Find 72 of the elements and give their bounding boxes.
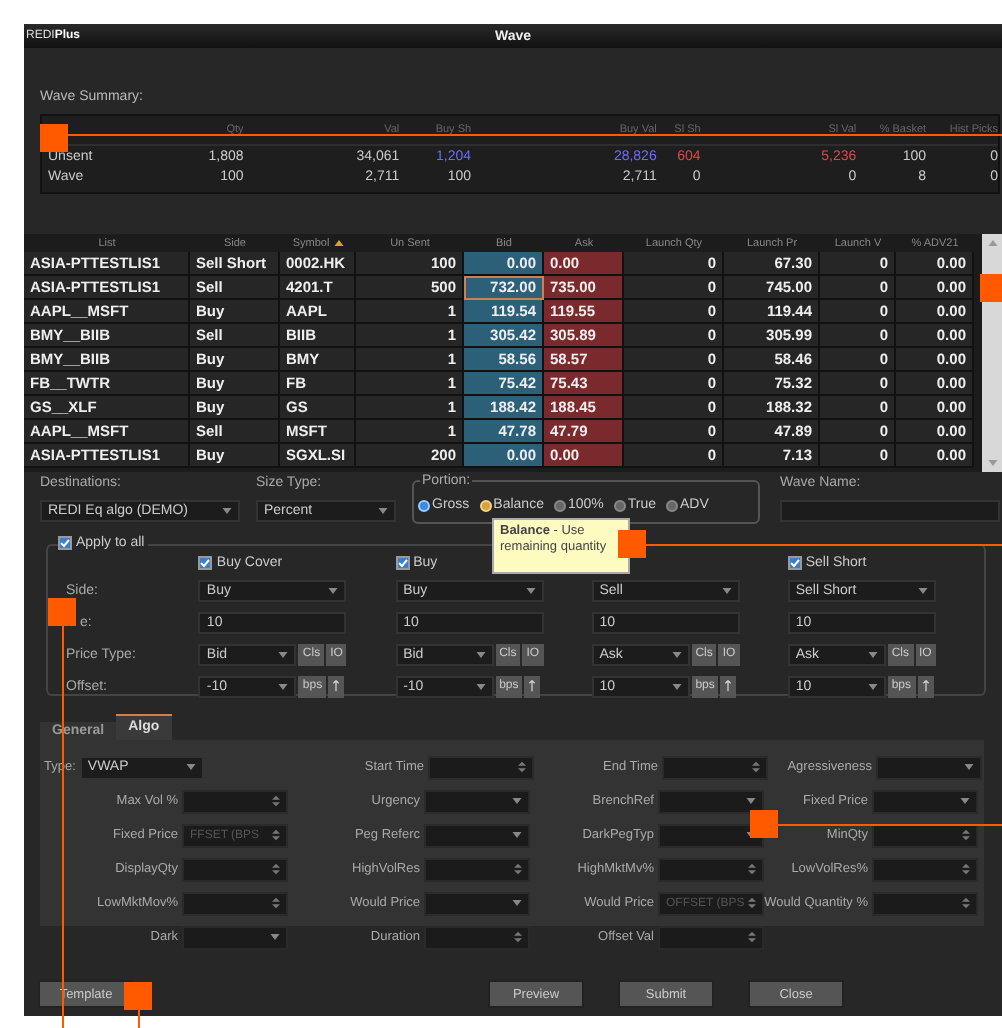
- spinner-icon: [272, 828, 280, 842]
- caret-icon: [917, 587, 928, 593]
- caret-icon: [512, 900, 522, 906]
- spinner-icon: [272, 896, 280, 910]
- caret-icon: [671, 683, 682, 689]
- spinner-icon: [962, 896, 970, 910]
- spinner-icon: [962, 862, 970, 876]
- callout-marker: [40, 124, 68, 152]
- checkbox[interactable]: [198, 556, 213, 570]
- leader-line: [138, 1010, 140, 1028]
- caret-icon: [964, 764, 974, 770]
- check-icon: [200, 556, 211, 570]
- caret-icon: [328, 587, 339, 593]
- radio-button[interactable]: [666, 499, 679, 511]
- callout-marker: [980, 274, 1002, 302]
- checkbox[interactable]: [58, 536, 72, 550]
- scroll-down-icon[interactable]: [987, 460, 997, 466]
- spin-field[interactable]: [424, 925, 530, 949]
- caret-icon: [222, 508, 232, 514]
- spin-field[interactable]: [424, 857, 530, 881]
- spin-field[interactable]: [658, 857, 764, 881]
- caret-icon: [475, 683, 486, 689]
- spin-field[interactable]: [662, 755, 768, 779]
- spinner-icon: [748, 896, 756, 910]
- checkbox[interactable]: [395, 556, 410, 570]
- spin-field[interactable]: [182, 789, 288, 813]
- caret-icon: [721, 587, 732, 593]
- spin-field[interactable]: [872, 891, 978, 915]
- spin-field[interactable]: [182, 857, 288, 881]
- caret-icon: [746, 798, 756, 804]
- spin-field[interactable]: [428, 755, 534, 779]
- radio-button[interactable]: [613, 499, 626, 511]
- caret-icon: [867, 683, 878, 689]
- spinner-icon: [748, 862, 756, 876]
- caret-icon: [378, 508, 388, 514]
- check-icon: [397, 556, 408, 570]
- caret-icon: [278, 651, 289, 657]
- dropdown[interactable]: [658, 823, 764, 847]
- spinner-icon: [748, 930, 756, 944]
- spinner-icon: [272, 862, 280, 876]
- check-icon: [60, 536, 70, 550]
- caret-icon: [867, 651, 878, 657]
- check-icon: [789, 556, 800, 570]
- caret-icon: [185, 764, 196, 770]
- spinner-icon: [514, 930, 522, 944]
- caret-icon: [278, 683, 289, 689]
- callout-marker: [124, 982, 152, 1010]
- dropdown[interactable]: [658, 789, 764, 813]
- spinner-icon: [514, 862, 522, 876]
- caret-icon: [512, 832, 522, 838]
- callout-marker: [618, 530, 646, 558]
- caret-icon: [671, 651, 682, 657]
- spinner-icon: [272, 794, 280, 808]
- checkbox[interactable]: [787, 556, 802, 570]
- spin-field[interactable]: [872, 857, 978, 881]
- spin-field[interactable]: [658, 925, 764, 949]
- callout-marker: [750, 810, 778, 838]
- caret-icon: [960, 798, 970, 804]
- caret-icon: [475, 651, 486, 657]
- caret-icon: [525, 587, 536, 593]
- radio-button[interactable]: [418, 499, 430, 511]
- scroll-up-icon[interactable]: [987, 240, 997, 246]
- spinner-icon: [752, 760, 760, 774]
- sort-arrow-icon: [333, 240, 344, 246]
- caret-icon: [512, 798, 522, 804]
- spin-field[interactable]: [182, 891, 288, 915]
- radio-button[interactable]: [553, 499, 566, 511]
- caret-icon: [270, 934, 280, 940]
- callout-marker: [48, 598, 76, 626]
- spin-field[interactable]: [872, 823, 978, 847]
- spinner-icon: [518, 760, 526, 774]
- spinner-icon: [962, 828, 970, 842]
